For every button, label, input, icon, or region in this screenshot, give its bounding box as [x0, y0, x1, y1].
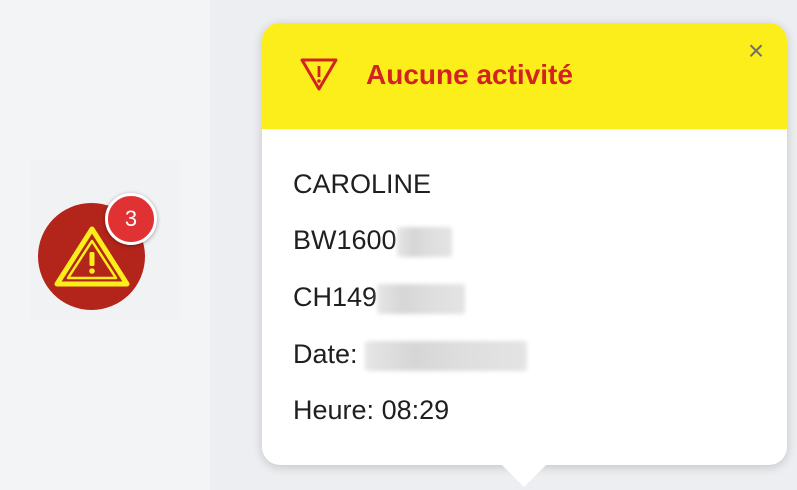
- time-label: Heure:: [293, 395, 375, 425]
- driver-name: CAROLINE: [293, 169, 432, 199]
- time-line: Heure: 08:29: [293, 392, 449, 428]
- alert-popup: Aucune activité × CAROLINE BW1600 CH149 …: [262, 23, 787, 487]
- code-1-value: BW1600: [293, 225, 397, 255]
- time-value: 08:29: [381, 395, 450, 425]
- date-label: Date:: [293, 339, 358, 369]
- popup-header: Aucune activité ×: [262, 23, 787, 129]
- popup-title: Aucune activité: [366, 59, 573, 90]
- redacted-block: [377, 283, 466, 314]
- code-line-1: BW1600: [293, 222, 452, 258]
- close-button[interactable]: ×: [742, 37, 770, 65]
- redacted-block: [396, 226, 452, 257]
- warning-triangle-icon: [300, 58, 338, 91]
- code-line-2: CH149: [293, 279, 466, 315]
- code-2-value: CH149: [293, 282, 378, 312]
- popup-pointer: [500, 463, 548, 487]
- notification-count-badge: 3: [105, 193, 157, 245]
- redacted-block: [365, 340, 528, 371]
- date-line: Date:: [293, 336, 528, 372]
